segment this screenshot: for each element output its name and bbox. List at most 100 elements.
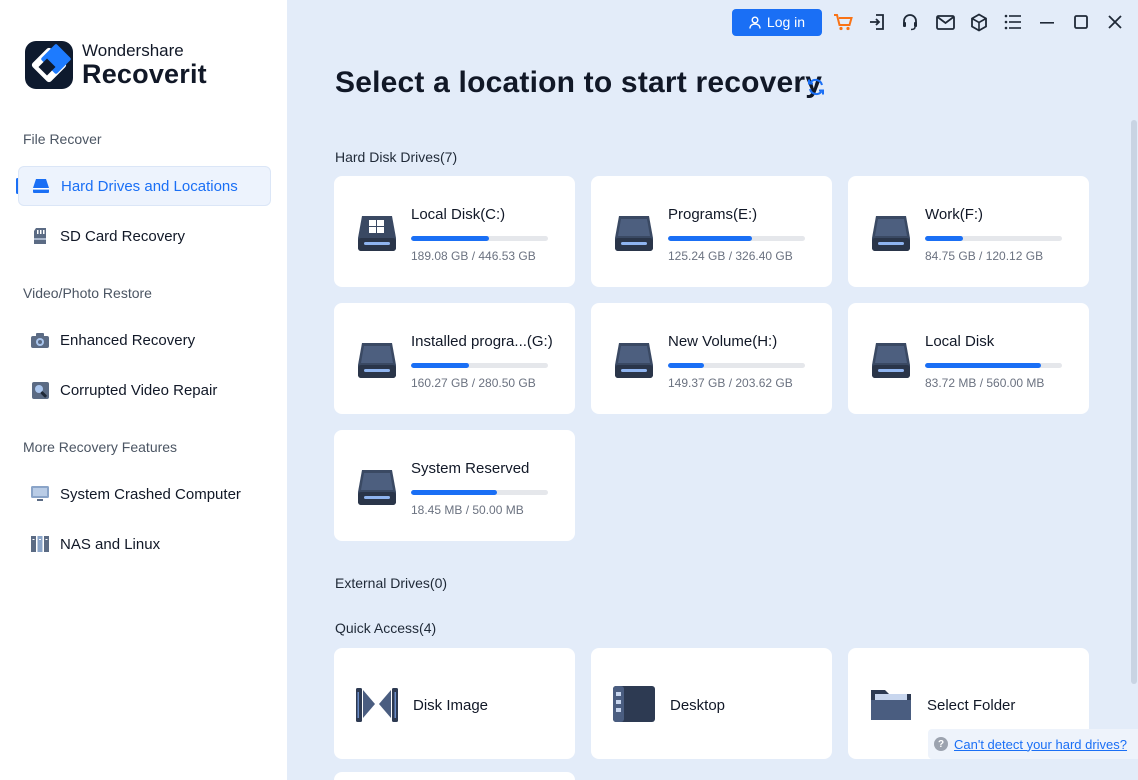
hard-drive-icon xyxy=(31,176,51,196)
sd-card-icon xyxy=(30,226,50,246)
sidebar-item-label: NAS and Linux xyxy=(60,535,161,553)
drive-card[interactable]: Programs(E:) 125.24 GB / 326.40 GB xyxy=(591,176,832,287)
page-title: Select a location to start recovery xyxy=(335,66,823,99)
drive-card[interactable]: Installed progra...(G:) 160.27 GB / 280.5… xyxy=(334,303,575,414)
video-repair-icon xyxy=(30,380,50,400)
drive-name: Installed progra...(G:) xyxy=(411,333,553,350)
drive-usage-fill xyxy=(668,236,752,241)
drive-usage-fill xyxy=(925,236,964,241)
cant-detect-drives-link[interactable]: Can't detect your hard drives? xyxy=(954,737,1127,752)
cart-icon[interactable] xyxy=(832,11,854,33)
drive-size: 149.37 GB / 203.62 GB xyxy=(668,376,793,390)
nas-icon xyxy=(30,534,50,554)
drive-usage-bar xyxy=(925,236,1062,241)
sidebar-item-video-repair[interactable]: Corrupted Video Repair xyxy=(18,370,271,410)
drive-name: Work(F:) xyxy=(925,206,984,223)
camera-icon xyxy=(30,330,50,350)
sidebar: Wondershare Recoverit File Recover Hard … xyxy=(0,0,287,780)
drive-usage-fill xyxy=(668,363,704,368)
drive-usage-bar xyxy=(411,236,548,241)
drive-card[interactable]: New Volume(H:) 149.37 GB / 203.62 GB xyxy=(591,303,832,414)
menu-icon[interactable] xyxy=(1002,11,1024,33)
sidebar-item-label: System Crashed Computer xyxy=(60,485,241,503)
monitor-icon xyxy=(30,484,50,504)
quick-access-label: Quick Access(4) xyxy=(335,620,437,636)
sign-in-icon[interactable] xyxy=(866,11,888,33)
quick-access-desktop[interactable]: Desktop xyxy=(591,648,832,759)
drive-usage-bar xyxy=(925,363,1062,368)
hard-disk-drives-label: Hard Disk Drives(7) xyxy=(335,149,458,165)
windows-disk-icon xyxy=(356,213,398,253)
disk-image-icon xyxy=(354,682,400,726)
drive-card[interactable]: System Reserved 18.45 MB / 50.00 MB xyxy=(334,430,575,541)
help-link-container: ? Can't detect your hard drives? xyxy=(928,729,1138,759)
recoverit-logo-icon xyxy=(25,41,73,89)
drive-size: 189.08 GB / 446.53 GB xyxy=(411,249,536,263)
disk-icon xyxy=(870,340,912,380)
sidebar-item-hard-drives[interactable]: Hard Drives and Locations xyxy=(18,166,271,206)
close-icon[interactable] xyxy=(1104,11,1126,33)
mail-icon[interactable] xyxy=(934,11,956,33)
drive-size: 83.72 MB / 560.00 MB xyxy=(925,376,1045,390)
drive-card[interactable]: Local Disk 83.72 MB / 560.00 MB xyxy=(848,303,1089,414)
disk-icon xyxy=(613,213,655,253)
drive-usage-fill xyxy=(411,363,469,368)
drive-name: Local Disk(C:) xyxy=(411,206,506,223)
drive-name: Local Disk xyxy=(925,333,995,350)
login-label: Log in xyxy=(766,14,806,30)
quick-access-label: Select Folder xyxy=(927,697,1016,714)
user-icon xyxy=(749,16,761,29)
sidebar-item-sd-card[interactable]: SD Card Recovery xyxy=(18,216,271,256)
drive-card[interactable]: Work(F:) 84.75 GB / 120.12 GB xyxy=(848,176,1089,287)
sidebar-item-label: Enhanced Recovery xyxy=(60,331,196,349)
sidebar-item-label: SD Card Recovery xyxy=(60,227,186,245)
product-name: Recoverit xyxy=(82,59,207,89)
sidebar-item-nas-linux[interactable]: NAS and Linux xyxy=(18,524,271,564)
drive-size: 18.45 MB / 50.00 MB xyxy=(411,503,524,517)
drive-name: System Reserved xyxy=(411,460,530,477)
drive-usage-fill xyxy=(925,363,1042,368)
drive-name: Programs(E:) xyxy=(668,206,758,223)
drive-usage-bar xyxy=(411,490,548,495)
login-button[interactable]: Log in xyxy=(732,8,822,36)
quick-access-label: Disk Image xyxy=(413,697,489,714)
section-label-more-features: More Recovery Features xyxy=(23,439,178,455)
refresh-icon[interactable] xyxy=(806,77,826,97)
sidebar-item-enhanced-recovery[interactable]: Enhanced Recovery xyxy=(18,320,271,360)
desktop-icon xyxy=(611,682,657,726)
drive-usage-bar xyxy=(668,236,805,241)
sidebar-item-system-crashed[interactable]: System Crashed Computer xyxy=(18,474,271,514)
minimize-icon[interactable] xyxy=(1036,11,1058,33)
brand-name: Wondershare xyxy=(82,41,184,60)
drive-size: 125.24 GB / 326.40 GB xyxy=(668,249,793,263)
drive-usage-bar xyxy=(411,363,548,368)
disk-icon xyxy=(356,467,398,507)
quick-access-label: Desktop xyxy=(670,697,726,714)
section-label-file-recover: File Recover xyxy=(23,131,102,147)
title-bar-actions: Log in xyxy=(732,8,822,36)
disk-icon xyxy=(870,213,912,253)
quick-access-card-partial[interactable] xyxy=(334,772,575,780)
sidebar-item-label: Corrupted Video Repair xyxy=(60,381,218,399)
drive-size: 84.75 GB / 120.12 GB xyxy=(925,249,1044,263)
folder-icon xyxy=(868,682,914,726)
app-window: Wondershare Recoverit File Recover Hard … xyxy=(0,0,1138,780)
drive-size: 160.27 GB / 280.50 GB xyxy=(411,376,536,390)
sidebar-item-label: Hard Drives and Locations xyxy=(61,177,238,195)
scrollbar[interactable] xyxy=(1131,120,1137,684)
section-label-video-photo: Video/Photo Restore xyxy=(23,285,152,301)
disk-icon xyxy=(613,340,655,380)
disk-icon xyxy=(356,340,398,380)
support-icon[interactable] xyxy=(899,11,921,33)
quick-access-disk-image[interactable]: Disk Image xyxy=(334,648,575,759)
app-logo: Wondershare Recoverit xyxy=(25,41,207,89)
maximize-icon[interactable] xyxy=(1070,11,1092,33)
drive-usage-fill xyxy=(411,236,490,241)
question-icon: ? xyxy=(934,737,948,751)
drive-usage-bar xyxy=(668,363,805,368)
drive-card[interactable]: Local Disk(C:) 189.08 GB / 446.53 GB xyxy=(334,176,575,287)
drive-usage-fill xyxy=(411,490,498,495)
external-drives-label: External Drives(0) xyxy=(335,575,448,591)
drive-name: New Volume(H:) xyxy=(668,333,778,350)
box-icon[interactable] xyxy=(968,11,990,33)
